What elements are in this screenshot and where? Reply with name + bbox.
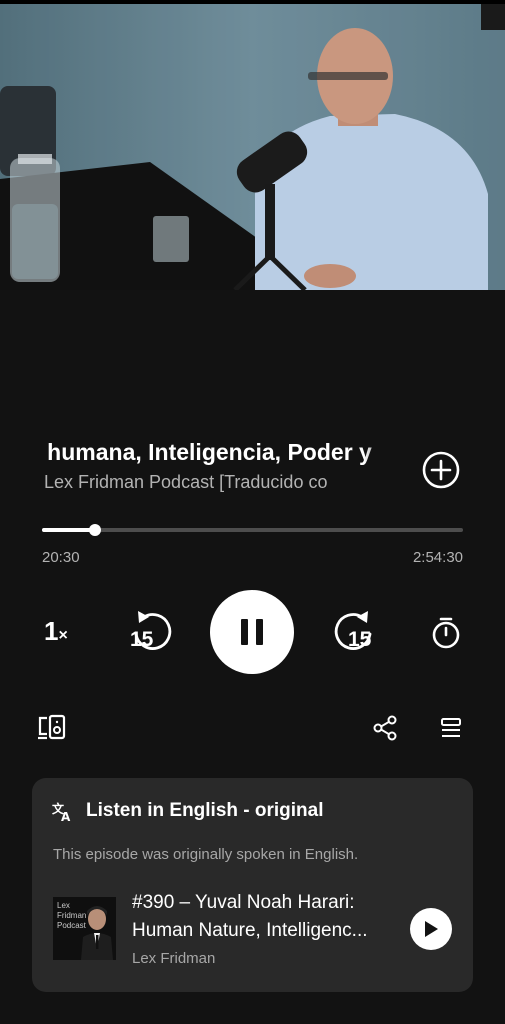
speed-suffix: × <box>58 627 68 644</box>
progress-bar[interactable] <box>42 524 463 536</box>
progress-knob[interactable] <box>89 524 102 536</box>
skip-back-button[interactable]: 15 <box>128 608 176 656</box>
original-episode-title[interactable]: #390 – Yuval Noah Harari: Human Nature, … <box>132 889 402 945</box>
title-fade <box>364 436 394 468</box>
episode-title-line2: Human Nature, Intelligenc... <box>132 920 368 941</box>
elapsed-time: 20:30 <box>42 549 80 566</box>
svg-text:A: A <box>61 810 71 822</box>
playback-speed-button[interactable]: 1× <box>44 616 68 647</box>
pause-icon-bar-right <box>256 619 263 645</box>
listen-original-header[interactable]: 文 A Listen in English - original <box>52 800 324 822</box>
add-to-library-icon[interactable] <box>421 450 461 490</box>
skip-forward-seconds: 15 <box>348 628 372 651</box>
video-player[interactable] <box>0 0 505 290</box>
podcast-name: Lex Fridman Podcast [Traducido co <box>44 472 328 492</box>
skip-forward-button[interactable]: 15 <box>330 608 378 656</box>
play-original-button[interactable] <box>410 908 452 950</box>
share-icon[interactable] <box>373 715 397 741</box>
episode-thumbnail[interactable]: Lex Fridman Podcast <box>53 897 116 960</box>
host-portrait <box>81 906 113 960</box>
episode-title: a humana, Inteligencia, Poder y <box>42 439 372 465</box>
episode-subtitle[interactable]: Lex Fridman Podcast [Traducido co <box>44 470 380 494</box>
original-language-note: This episode was originally spoken in En… <box>53 846 359 863</box>
skip-back-seconds: 15 <box>130 628 154 651</box>
progress-fill <box>42 528 96 532</box>
pause-icon-bar-left <box>241 619 248 645</box>
queue-icon[interactable] <box>440 717 462 739</box>
episode-title-marquee[interactable]: a humana, Inteligencia, Poder y <box>42 436 394 468</box>
episode-author: Lex Fridman <box>132 950 216 967</box>
listen-original-label: Listen in English - original <box>86 800 324 821</box>
speed-value: 1 <box>44 616 59 646</box>
sleep-timer-icon[interactable] <box>430 616 462 650</box>
play-icon <box>425 921 438 937</box>
pause-button[interactable] <box>210 590 294 674</box>
translate-icon: 文 A <box>52 801 71 822</box>
episode-title-line1: #390 – Yuval Noah Harari: <box>132 892 355 913</box>
video-frame-image <box>0 4 505 290</box>
subtitle-fade <box>350 470 380 494</box>
connect-device-icon[interactable] <box>37 714 67 742</box>
total-time: 2:54:30 <box>412 549 463 566</box>
